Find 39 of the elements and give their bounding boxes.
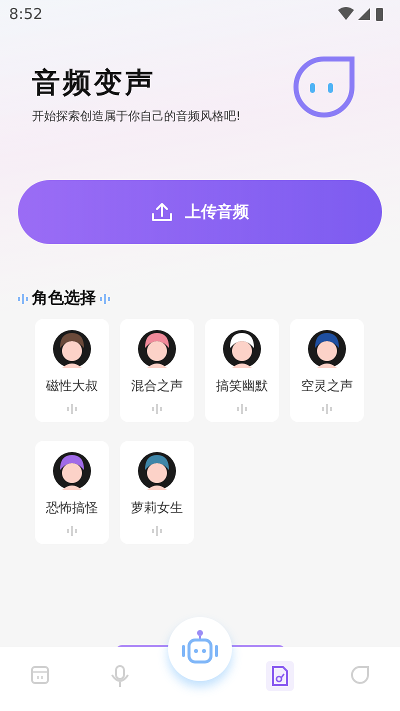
wave-icon (152, 525, 162, 537)
avatar-icon (52, 451, 92, 491)
role-card[interactable]: 磁性大叔 (35, 319, 109, 422)
role-name: 空灵之声 (301, 378, 353, 395)
upload-icon (151, 202, 173, 222)
wave-icon (237, 403, 247, 415)
music-file-icon (270, 665, 290, 687)
avatar-icon (307, 329, 347, 369)
role-card[interactable]: 萝莉女生 (120, 441, 194, 544)
leaf-icon (350, 665, 370, 685)
mic-icon (110, 665, 130, 687)
wave-icon (322, 403, 332, 415)
role-name: 磁性大叔 (46, 378, 98, 395)
window-icon (30, 665, 50, 685)
page-subtitle: 开始探索创造属于你自己的音频风格吧! (32, 108, 241, 124)
role-card[interactable]: 空灵之声 (290, 319, 364, 422)
wave-icon (152, 403, 162, 415)
status-icons (338, 6, 386, 22)
avatar-icon (137, 329, 177, 369)
role-name: 萝莉女生 (131, 500, 183, 517)
robot-button[interactable] (168, 617, 232, 681)
role-card[interactable]: 搞笑幽默 (205, 319, 279, 422)
upload-button[interactable]: 上传音频 (18, 180, 382, 244)
role-card[interactable]: 恐怖搞怪 (35, 441, 109, 544)
wave-icon (67, 403, 77, 415)
wave-icon (18, 292, 28, 304)
role-name: 恐怖搞怪 (46, 500, 98, 517)
page-title: 音频变声 (32, 64, 157, 100)
avatar-icon (52, 329, 92, 369)
role-name: 混合之声 (131, 378, 183, 395)
wave-icon (67, 525, 77, 537)
wave-icon (100, 292, 110, 304)
status-time: 8:52 (9, 5, 43, 23)
nav-tab[interactable] (266, 661, 294, 691)
avatar-icon (137, 451, 177, 491)
avatar-icon (222, 329, 262, 369)
role-name: 搞笑幽默 (216, 378, 268, 395)
role-card[interactable]: 混合之声 (120, 319, 194, 422)
section-title: 角色选择 (32, 288, 96, 309)
